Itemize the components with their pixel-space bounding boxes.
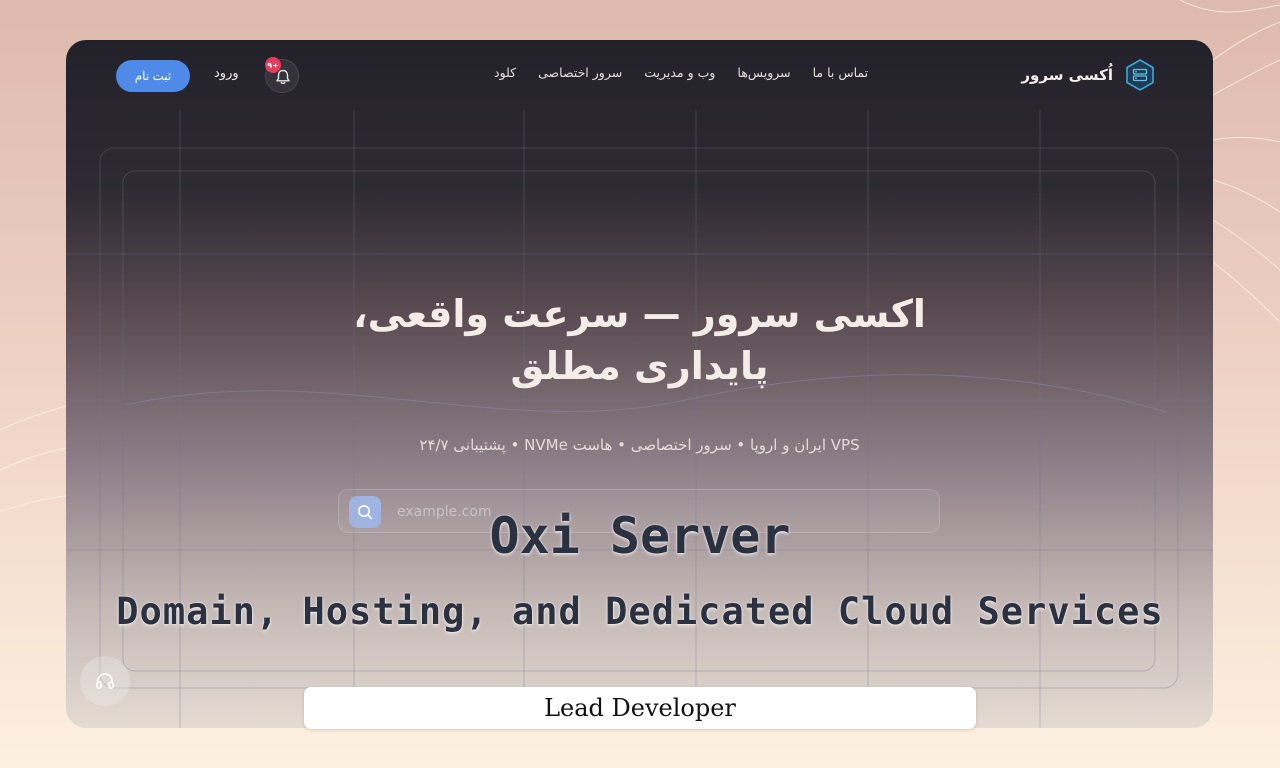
headset-icon: [96, 673, 114, 689]
hero-title-line1: اکسی سرور — سرعت واقعی،: [353, 292, 926, 336]
menu-item-cloud[interactable]: کلود: [494, 65, 516, 80]
login-link[interactable]: ورود: [214, 66, 239, 81]
brand-name: اُکسی سرور: [1021, 66, 1113, 84]
notification-badge: ۹+: [265, 57, 281, 73]
brand[interactable]: اُکسی سرور: [1021, 59, 1155, 91]
hero-title: اکسی سرور — سرعت واقعی، پایداری مطلق: [66, 288, 1213, 392]
overlay-subtitle: Domain, Hosting, and Dedicated Cloud Ser…: [116, 590, 1164, 633]
role-caption: Lead Developer: [304, 687, 976, 729]
main-menu: کلود سرور اختصاصی وب و مدیریت سرویس‌ها ت…: [494, 65, 868, 80]
menu-item-web-management[interactable]: وب و مدیریت: [644, 65, 715, 80]
hero-title-line2: پایداری مطلق: [510, 344, 769, 388]
support-button[interactable]: [80, 656, 130, 706]
hero-subtitle: VPS ایران و اروپا • سرور اختصاصی • هاست …: [419, 436, 860, 454]
overlay-title: Oxi Server: [489, 507, 791, 565]
menu-item-services[interactable]: سرویس‌ها: [737, 65, 790, 80]
menu-item-contact[interactable]: تماس با ما: [813, 65, 869, 80]
register-button[interactable]: ثبت نام: [116, 60, 190, 92]
menu-item-dedicated-server[interactable]: سرور اختصاصی: [538, 65, 622, 80]
top-nav: اُکسی سرور کلود سرور اختصاصی وب و مدیریت…: [66, 40, 1213, 110]
hexagon-server-icon: [1126, 59, 1154, 91]
